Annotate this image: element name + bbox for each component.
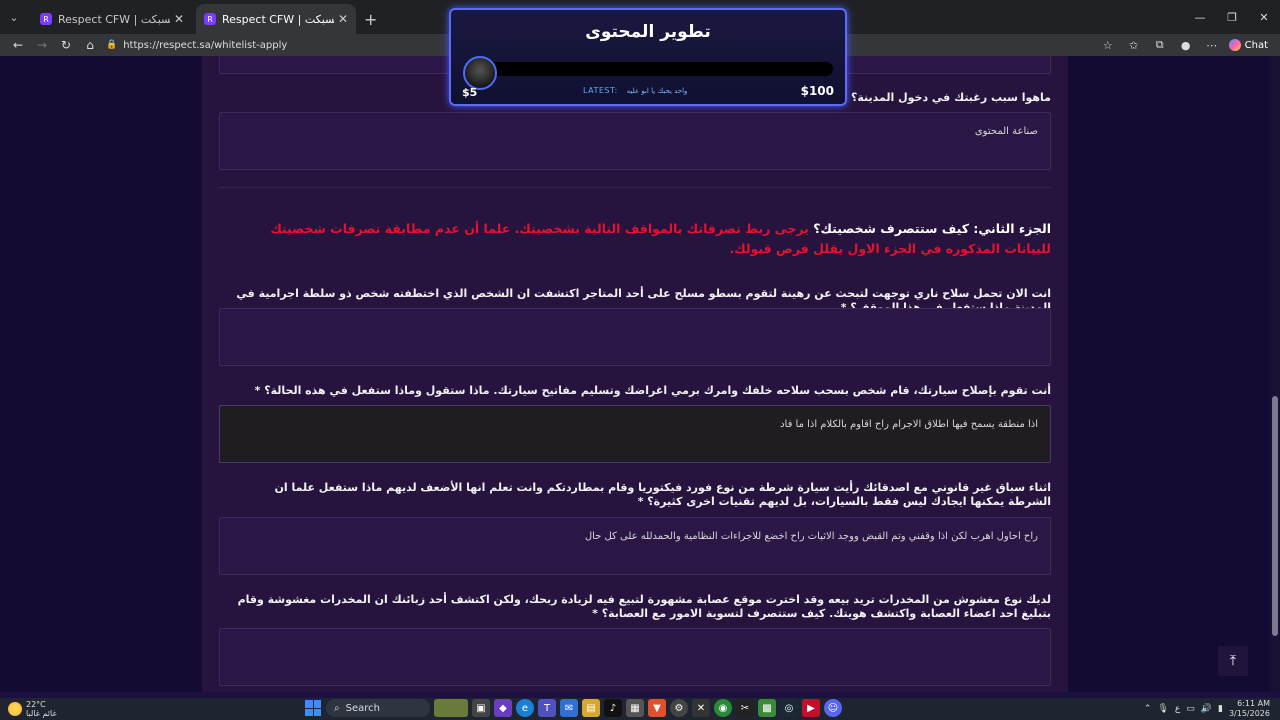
xbox-icon[interactable]: ✕ (692, 699, 710, 717)
copilot-chat-button[interactable]: Chat (1223, 39, 1274, 51)
outlook-icon[interactable]: ✉ (560, 699, 578, 717)
reload-icon[interactable]: ↻ (54, 38, 78, 52)
goal-min-amount: $5 (462, 86, 478, 99)
weather-icon (8, 702, 22, 716)
question-2-label: أنت تقوم بإصلاح سيارتك، قام شخص بسحب سلا… (254, 384, 1051, 397)
question-2-answer-field[interactable]: اذا منطقة يسمح فيها اطلاق الاجرام راح اق… (219, 405, 1051, 463)
widget-news-icon[interactable] (434, 699, 468, 717)
tab-respect-1[interactable]: R Respect CFW | ريسبكت ✕ (32, 4, 192, 34)
question-2-answer-value: اذا منطقة يسمح فيها اطلاق الاجرام راح اق… (780, 419, 1038, 430)
brave-icon[interactable]: ▼ (648, 699, 666, 717)
close-tab-icon[interactable]: ✕ (338, 12, 348, 26)
weather-desc: غائم غالبا (26, 709, 57, 718)
tab-title: Respect CFW | ريسبكت (58, 12, 170, 26)
close-tab-icon[interactable]: ✕ (174, 12, 184, 26)
latest-label: LATEST: (583, 86, 618, 95)
store-icon[interactable]: ▦ (626, 699, 644, 717)
network-icon[interactable]: ▭ (1186, 704, 1195, 714)
taskbar-apps: ⌕ Search ▣ ◆ e T ✉ ▤ ♪ ▦ ▼ ⚙ ✕ ◉ ✂ ▩ ◎ ▶… (304, 699, 842, 717)
donation-goal-overlay: تطوير المحتوى $5 LATEST: واحد يحبك يا اب… (449, 8, 847, 106)
reason-answer-field[interactable]: صناعة المحتوى (219, 112, 1051, 170)
weather-text: 22°C غائم غالبا (26, 700, 57, 718)
page-viewport: ماهوا سبب رغبتك في دخول المدينة؟ * صناعة… (0, 56, 1280, 692)
settings-icon[interactable]: ⚙ (670, 699, 688, 717)
favorites-icon[interactable]: ✩ (1123, 39, 1145, 52)
windows-taskbar: 22°C غائم غالبا ⌕ Search ▣ ◆ e T ✉ ▤ ♪ ▦… (0, 698, 1280, 720)
lock-icon[interactable]: 🔒 (106, 40, 117, 50)
forward-icon[interactable]: → (30, 38, 54, 52)
volume-icon[interactable]: 🔊 (1201, 704, 1212, 714)
toolbar-icons: ☆ ✩ ⧉ ● ⋯ (1097, 38, 1223, 52)
tab-respect-2[interactable]: R Respect CFW | ريسبكت ✕ (196, 4, 356, 34)
new-tab-icon[interactable]: + (364, 4, 377, 34)
section-two-title: الجزء الثاني: كيف ستتصرف شخصيتك؟ (813, 221, 1051, 236)
reason-answer-value: صناعة المحتوى (974, 126, 1038, 137)
copilot-app-icon[interactable]: ◆ (494, 699, 512, 717)
language-indicator[interactable]: ع (1175, 704, 1180, 714)
tab-favicon: R (204, 13, 216, 25)
scroll-to-top-button[interactable]: ⤒ (1218, 646, 1248, 676)
question-3-answer-field[interactable]: راح احاول اهرب لكن اذا وقفني وتم القبض و… (219, 517, 1051, 575)
edge-icon[interactable]: e (516, 699, 534, 717)
copilot-icon (1228, 39, 1241, 51)
clock-date: 3/15/2026 (1228, 709, 1270, 718)
weather-widget[interactable]: 22°C غائم غالبا (0, 700, 120, 718)
latest-donor: LATEST: واحد يحبك يا ابو عليه (583, 86, 687, 95)
window-controls: — ❐ ✕ (1184, 0, 1280, 34)
system-tray: ⌃ 🎙 ع ▭ 🔊 ▮ 6:11 AM 3/15/2026 (1144, 698, 1280, 720)
file-explorer-icon[interactable]: ▤ (582, 699, 600, 717)
page-scrollbar[interactable] (1270, 56, 1280, 692)
goal-progress-bar (481, 62, 833, 76)
profile-icon[interactable]: ● (1175, 39, 1197, 52)
taskbar-search[interactable]: ⌕ Search (326, 699, 430, 717)
home-icon[interactable]: ⌂ (78, 38, 102, 52)
search-label: Search (345, 702, 380, 714)
favorite-star-icon[interactable]: ☆ (1097, 39, 1119, 52)
clock-time: 6:11 AM (1237, 699, 1270, 708)
question-3-label: اثناء سباق غير قانوني مع اصدقائك رأيت سي… (274, 481, 1051, 508)
tab-list-icon[interactable]: ⌄ (0, 0, 28, 34)
question-1-answer-field[interactable] (219, 308, 1051, 366)
tiktok-icon[interactable]: ♪ (604, 699, 622, 717)
overlay-title: تطوير المحتوى (585, 22, 711, 42)
minecraft-icon[interactable]: ▩ (758, 699, 776, 717)
tab-title: Respect CFW | ريسبكت (222, 12, 334, 26)
scrollbar-thumb[interactable] (1272, 396, 1278, 636)
tab-favicon: R (40, 13, 52, 25)
chat-label: Chat (1244, 39, 1268, 51)
chrome-icon[interactable]: ◉ (714, 699, 732, 717)
task-view-icon[interactable]: ▣ (472, 699, 490, 717)
microphone-icon[interactable]: 🎙 (1157, 704, 1168, 714)
close-window-icon[interactable]: ✕ (1248, 0, 1280, 34)
latest-donor-name: واحد يحبك يا ابو عليه (626, 87, 688, 95)
question-4-label: لديك نوع مغشوش من المخدرات تريد بيعه وقد… (237, 593, 1051, 620)
tray-overflow-icon[interactable]: ⌃ (1144, 704, 1152, 714)
battery-icon[interactable]: ▮ (1218, 704, 1223, 714)
maximize-icon[interactable]: ❐ (1216, 0, 1248, 34)
capcut-icon[interactable]: ✂ (736, 699, 754, 717)
section-divider (219, 187, 1051, 188)
clock[interactable]: 6:11 AM 3/15/2026 (1229, 699, 1270, 719)
search-icon: ⌕ (334, 702, 340, 714)
start-icon[interactable] (304, 699, 322, 717)
goal-max-amount: $100 (800, 84, 834, 98)
weather-temp: 22°C (26, 700, 46, 709)
media-player-icon[interactable]: ▶ (802, 699, 820, 717)
back-icon[interactable]: ← (6, 38, 30, 52)
discord-icon[interactable]: ☺ (824, 699, 842, 717)
collections-icon[interactable]: ⧉ (1149, 38, 1171, 52)
minimize-icon[interactable]: — (1184, 0, 1216, 34)
url-text: https://respect.sa/whitelist-apply (123, 39, 288, 51)
steam-icon[interactable]: ◎ (780, 699, 798, 717)
question-4-answer-field[interactable] (219, 628, 1051, 686)
teams-icon[interactable]: T (538, 699, 556, 717)
section-two-heading: الجزء الثاني: كيف ستتصرف شخصيتك؟ يرجى رب… (231, 219, 1051, 259)
avatar (463, 56, 497, 90)
more-icon[interactable]: ⋯ (1201, 39, 1223, 52)
question-3-answer-value: راح احاول اهرب لكن اذا وقفني وتم القبض و… (584, 531, 1038, 542)
